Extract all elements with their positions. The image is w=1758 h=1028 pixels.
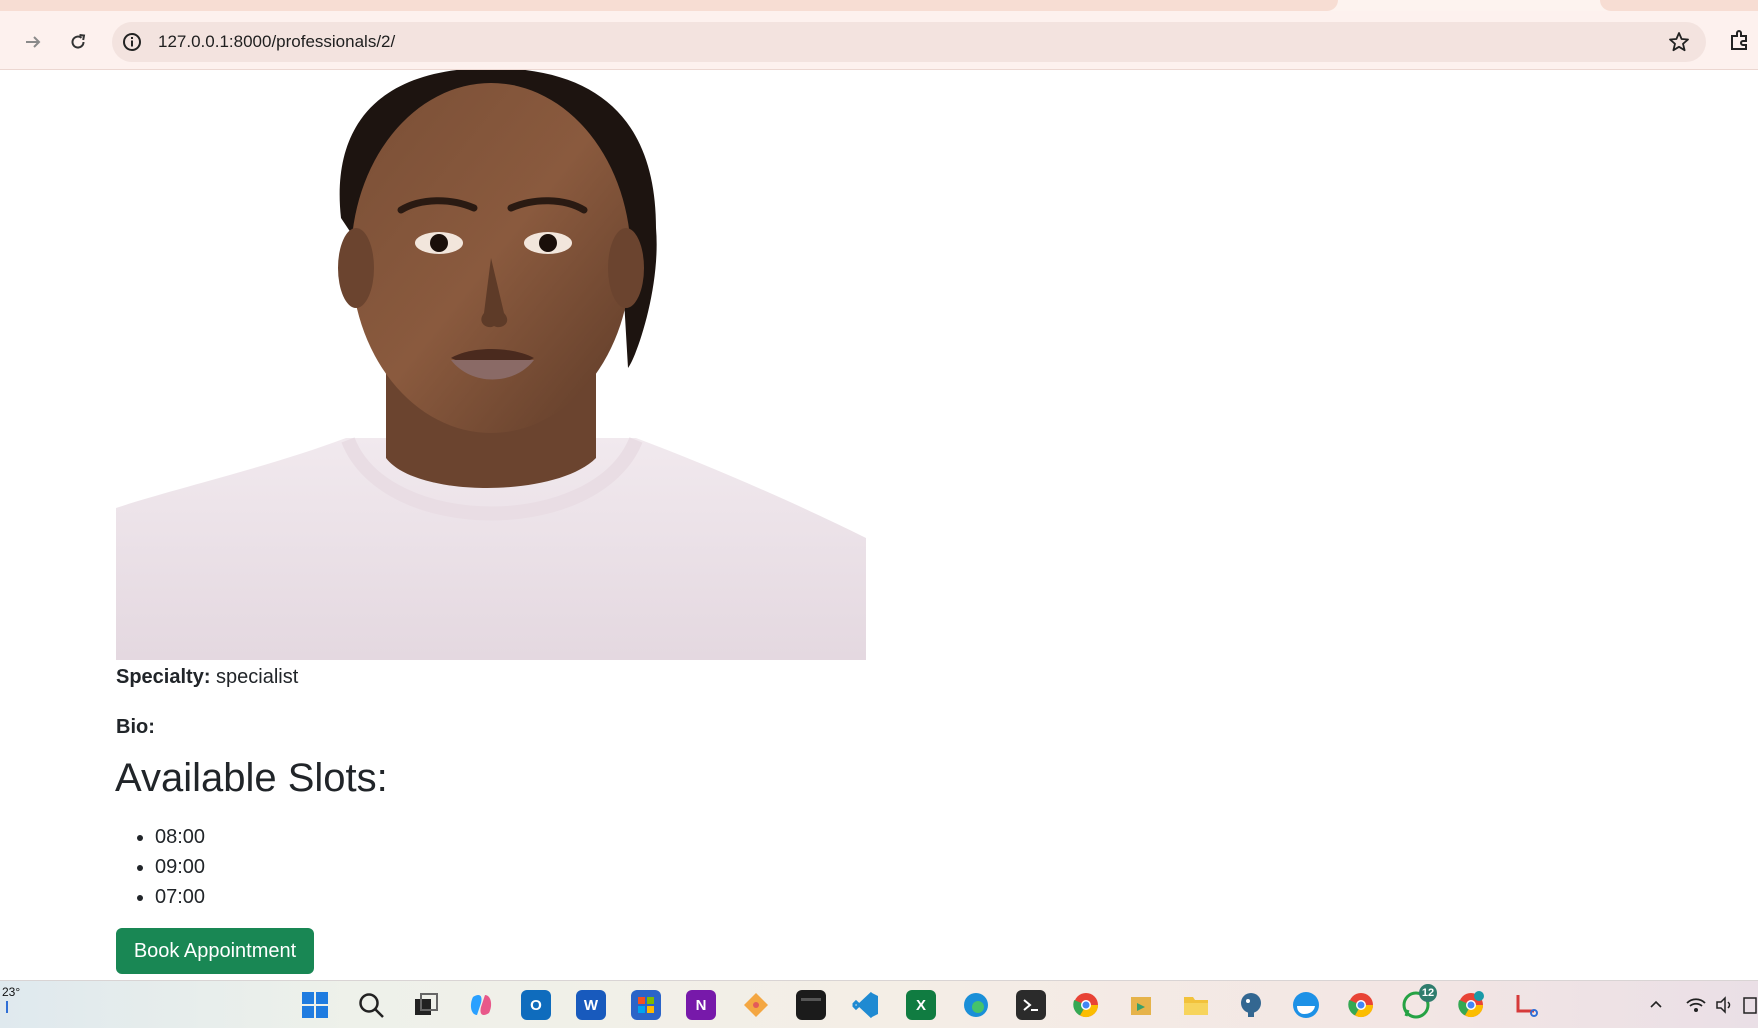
windows-start-icon[interactable] [300,990,330,1020]
reload-icon[interactable] [65,29,91,55]
copilot-icon[interactable] [466,990,496,1020]
edge-icon[interactable] [961,990,991,1020]
slot-item: 09:00 [155,852,205,882]
file-explorer-icon[interactable] [1181,990,1211,1020]
bookmark-star-icon[interactable] [1668,31,1690,53]
weather-arrow-icon [6,1001,8,1013]
url-text[interactable]: 127.0.0.1:8000/professionals/2/ [158,22,395,62]
site-info-icon[interactable] [122,32,142,52]
search-icon[interactable] [356,990,386,1020]
available-slots-heading: Available Slots: [115,756,388,800]
specialty-label: Specialty: [116,666,211,688]
postgres-icon[interactable] [1236,990,1266,1020]
browser-toolbar: 127.0.0.1:8000/professionals/2/ [0,11,1758,70]
specialty-value: specialist [216,666,299,688]
excel-icon[interactable]: X [906,990,936,1020]
task-view-icon[interactable] [411,990,441,1020]
terminal-icon[interactable] [796,990,826,1020]
chrome-beta-icon[interactable] [1456,990,1486,1020]
volume-icon[interactable] [1712,993,1736,1017]
chrome-profile-icon[interactable] [1346,990,1376,1020]
outlook-icon[interactable]: O [521,990,551,1020]
page-content: Specialty: specialist Bio: Available Slo… [0,70,1758,980]
snipping-tool-icon[interactable] [1511,990,1541,1020]
tab-strip [0,0,1758,11]
weather-temp: 23° [2,985,21,999]
chrome-icon[interactable] [1071,990,1101,1020]
weather-widget[interactable]: 23° [2,985,21,1013]
new-tab-area[interactable] [1600,0,1758,11]
wifi-icon[interactable] [1684,993,1708,1017]
docker-icon[interactable] [1291,990,1321,1020]
slot-list: 08:00 09:00 07:00 [116,822,205,912]
chevron-up-icon[interactable] [1644,993,1668,1017]
store-icon[interactable] [631,990,661,1020]
slot-item: 08:00 [155,822,205,852]
active-tab[interactable] [0,0,1338,11]
onenote-icon[interactable]: N [686,990,716,1020]
slot-item: 07:00 [155,882,205,912]
address-bar[interactable]: 127.0.0.1:8000/professionals/2/ [112,22,1706,62]
whatsapp-badge: 12 [1419,984,1437,1002]
powershell-icon[interactable] [1016,990,1046,1020]
extensions-icon[interactable] [1728,28,1752,52]
bio-label: Bio: [116,716,155,738]
forward-icon[interactable] [20,29,46,55]
whatsapp-icon[interactable]: 12 [1401,984,1437,1020]
files-icon[interactable] [1126,990,1156,1020]
vscode-icon[interactable] [851,990,881,1020]
taskbar: 23° O W N X 12 [0,980,1758,1028]
battery-icon[interactable] [1738,993,1758,1017]
professional-photo [116,70,866,660]
word-icon[interactable]: W [576,990,606,1020]
specialty-line: Specialty: specialist [116,666,298,689]
book-appointment-button[interactable]: Book Appointment [116,928,314,974]
git-icon[interactable] [741,990,771,1020]
